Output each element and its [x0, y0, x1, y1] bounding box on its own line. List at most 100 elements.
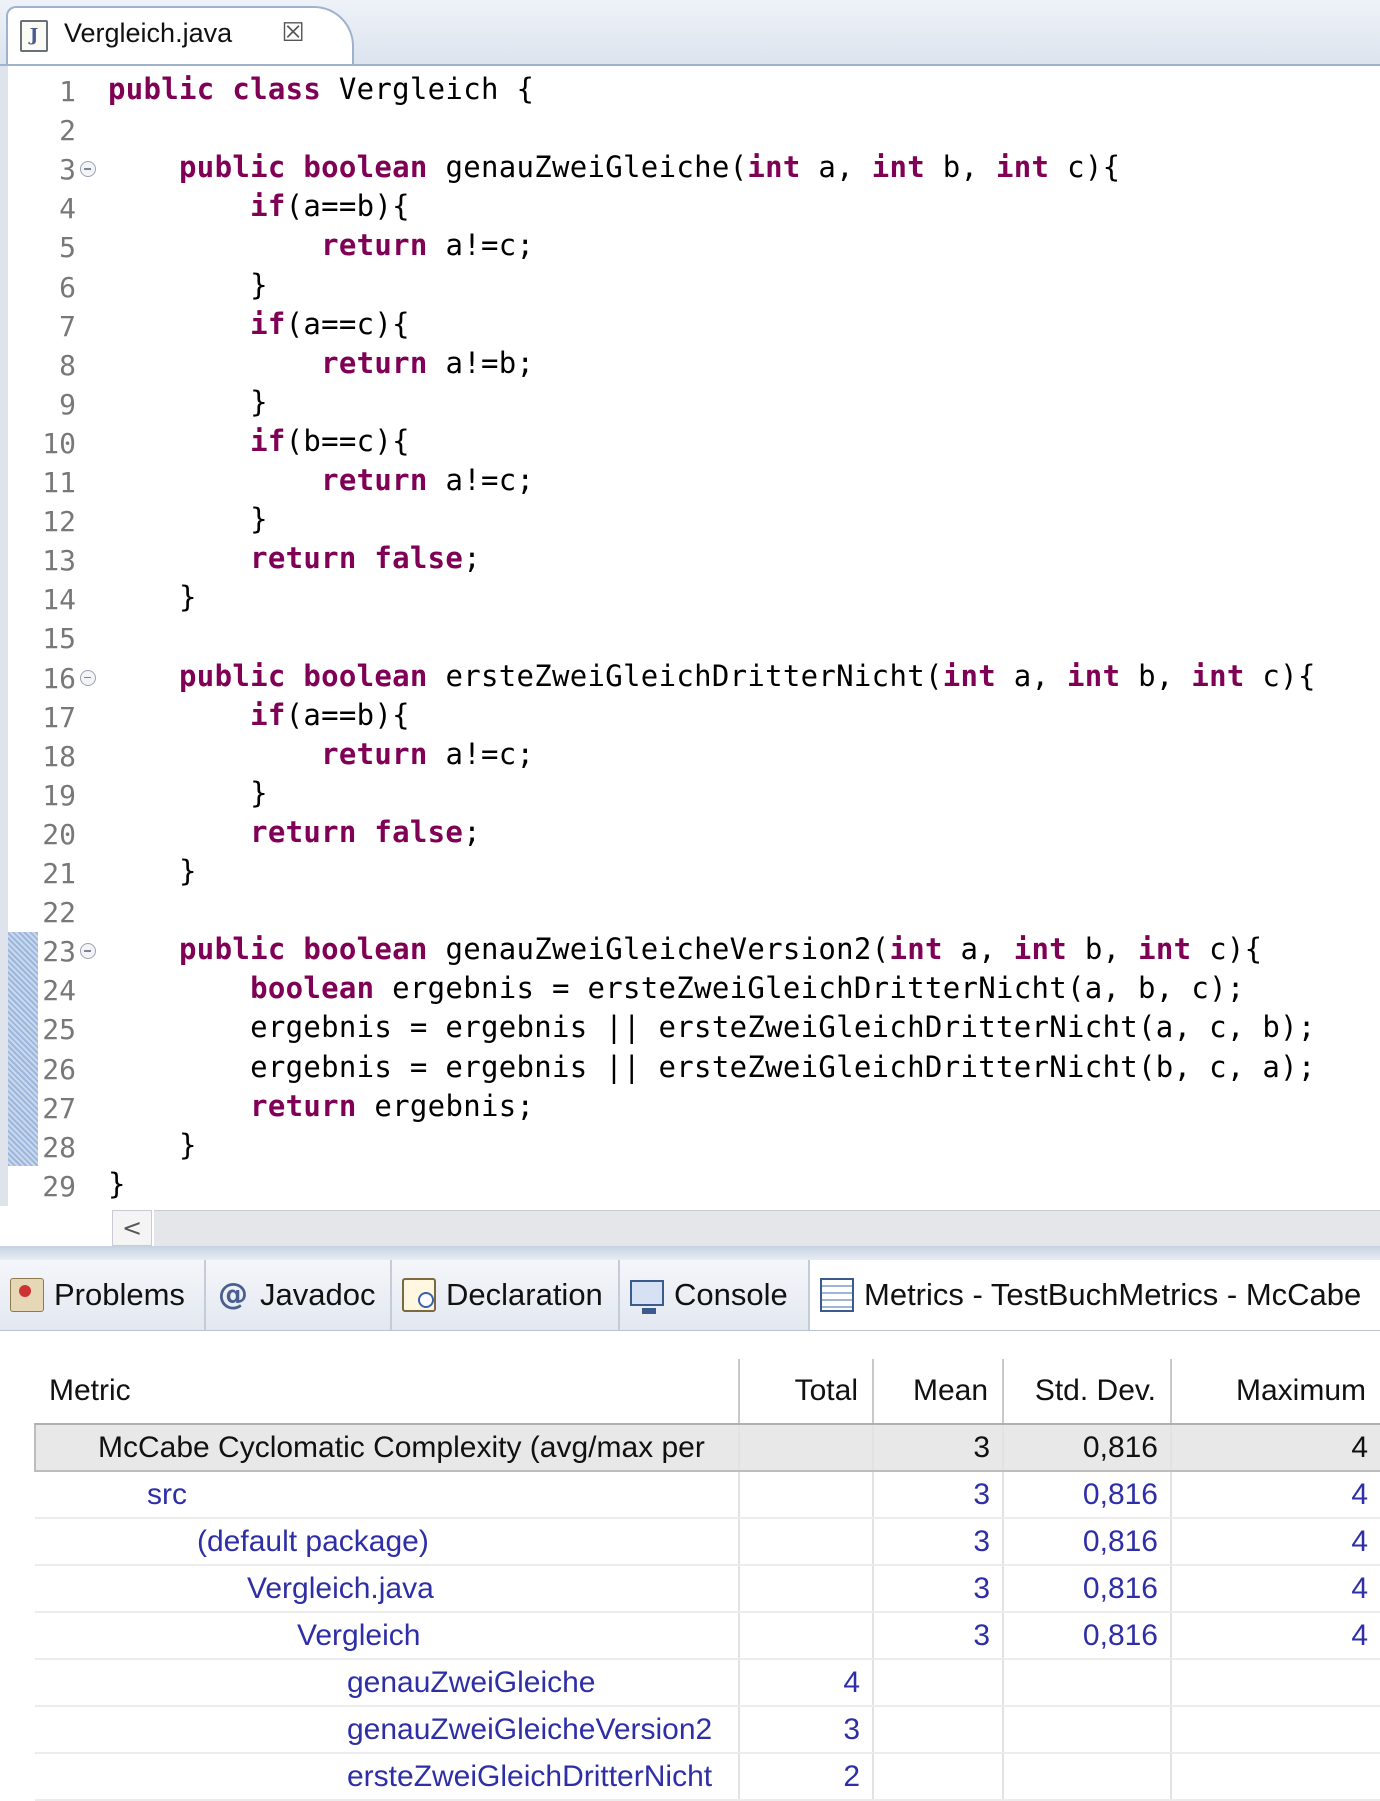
scrollbar-track[interactable] — [154, 1210, 1380, 1247]
code-keyword: return false — [250, 541, 464, 576]
code-line[interactable]: 23 public boolean genauZweiGleicheVersio… — [8, 932, 1380, 971]
fold-collapse-icon[interactable] — [80, 943, 96, 960]
tab-javadoc-label: Javadoc — [260, 1277, 376, 1312]
code-line[interactable]: 14 } — [8, 580, 1380, 619]
table-row[interactable]: ersteZweiGleichDritterNicht 2 — [35, 1753, 1380, 1801]
code-line[interactable]: 4 if(a==b){ — [8, 189, 1380, 228]
tab-problems[interactable]: Problems — [0, 1260, 206, 1330]
metric-name: (default package) — [35, 1518, 740, 1566]
table-row[interactable]: Vergleich 3 0,816 4 — [35, 1612, 1380, 1660]
metric-mean — [873, 1706, 1004, 1754]
metrics-table: Metric Total Mean Std. Dev. Maximum McCa… — [34, 1359, 1380, 1801]
tab-console[interactable]: Console — [620, 1260, 810, 1330]
code-keyword: int — [942, 658, 1014, 693]
code-line[interactable]: 22 — [8, 893, 1380, 932]
metric-name: genauZweiGleiche — [35, 1659, 740, 1707]
editor-tab-title: Vergleich.java — [64, 18, 233, 48]
table-row[interactable]: (default package) 3 0,816 4 — [35, 1518, 1380, 1566]
code-token: } — [108, 267, 268, 302]
metric-mean: 3 — [873, 1565, 1004, 1613]
metric-total — [739, 1471, 874, 1519]
code-line[interactable]: 29} — [8, 1167, 1380, 1206]
code-line[interactable]: 27 return ergebnis; — [8, 1089, 1380, 1128]
close-icon[interactable]: ☒ — [278, 18, 308, 48]
scroll-left-button[interactable]: < — [112, 1210, 152, 1246]
code-line[interactable]: 21 } — [8, 854, 1380, 893]
code-token: ersteZweiGleichDritterNicht( — [445, 658, 943, 693]
column-header-maximum[interactable]: Maximum — [1171, 1359, 1380, 1425]
code-line[interactable]: 18 return a!=c; — [8, 737, 1380, 776]
column-header-metric[interactable]: Metric — [35, 1359, 740, 1425]
code-token: c){ — [1209, 932, 1263, 967]
editor-tab-vergleich-java[interactable]: J Vergleich.java ☒ — [6, 6, 354, 64]
metric-name: McCabe Cyclomatic Complexity (avg/max pe… — [34, 1423, 740, 1472]
metrics-view: Metric Total Mean Std. Dev. Maximum McCa… — [0, 1331, 1380, 1801]
metric-total: 4 — [739, 1659, 874, 1707]
code-line[interactable]: 1 public class Vergleich { — [8, 72, 1380, 111]
code-line[interactable]: 15 — [8, 619, 1380, 658]
code-keyword: int — [747, 150, 819, 185]
horizontal-scrollbar[interactable]: < — [102, 1206, 1380, 1247]
fold-collapse-icon[interactable] — [80, 161, 96, 178]
tab-metrics-label: Metrics - TestBuchMetrics - McCabe — [864, 1277, 1362, 1312]
code-token: genauZweiGleiche( — [445, 150, 748, 185]
code-line[interactable]: 20 return false; — [8, 815, 1380, 854]
table-row[interactable]: McCabe Cyclomatic Complexity (avg/max pe… — [34, 1423, 1380, 1472]
code-line[interactable]: 12 } — [8, 502, 1380, 541]
metric-mean: 3 — [873, 1423, 1004, 1472]
code-line[interactable]: 19 } — [8, 776, 1380, 815]
line-number: 29 — [42, 1169, 76, 1203]
code-line[interactable]: 25 ergebnis = ergebnis || ersteZweiGleic… — [8, 1010, 1380, 1049]
tab-javadoc[interactable]: @ Javadoc — [206, 1260, 392, 1330]
code-line[interactable]: 2 — [8, 111, 1380, 150]
table-row[interactable]: src 3 0,816 4 — [35, 1471, 1380, 1519]
code-editor[interactable]: 1 public class Vergleich {2 3 public boole… — [0, 66, 1380, 1247]
code-line[interactable]: 17 if(a==b){ — [8, 698, 1380, 737]
code-line[interactable]: 13 return false; — [8, 541, 1380, 580]
metric-std-dev: 0,816 — [1003, 1471, 1172, 1519]
metric-maximum: 4 — [1171, 1518, 1380, 1566]
code-text: } — [108, 854, 197, 888]
metric-std-dev — [1003, 1753, 1172, 1801]
line-number: 22 — [42, 896, 76, 930]
column-header-total[interactable]: Total — [739, 1359, 874, 1425]
code-line[interactable]: 28 } — [8, 1128, 1380, 1167]
table-row[interactable]: genauZweiGleiche 4 — [35, 1659, 1380, 1707]
code-line[interactable]: 7 if(a==c){ — [8, 307, 1380, 346]
code-line[interactable]: 11 return a!=c; — [8, 463, 1380, 502]
code-line[interactable]: 6 } — [8, 268, 1380, 307]
metric-maximum: 4 — [1171, 1565, 1380, 1613]
code-token: ergebnis; — [374, 1088, 535, 1123]
code-line[interactable]: 8 return a!=b; — [8, 346, 1380, 385]
code-token: b, — [1138, 658, 1192, 693]
problems-icon — [10, 1278, 44, 1312]
code-line[interactable]: 9 } — [8, 385, 1380, 424]
code-text: ergebnis = ergebnis || ersteZweiGleichDr… — [108, 1010, 1316, 1044]
column-header-mean[interactable]: Mean — [873, 1359, 1004, 1425]
code-line[interactable]: 24 boolean ergebnis = ersteZweiGleichDri… — [8, 971, 1380, 1010]
views-separator[interactable] — [0, 1246, 1380, 1260]
fold-collapse-icon[interactable] — [80, 669, 96, 686]
line-number: 3 — [59, 153, 76, 187]
table-row[interactable]: genauZweiGleicheVersion2 3 — [35, 1706, 1380, 1754]
line-number: 21 — [42, 857, 76, 890]
code-line[interactable]: 3 public boolean genauZweiGleiche(int a,… — [8, 150, 1380, 189]
table-row[interactable]: Vergleich.java 3 0,816 4 — [35, 1565, 1380, 1613]
metric-maximum — [1171, 1659, 1380, 1707]
code-line[interactable]: 5 return a!=c; — [8, 228, 1380, 267]
metric-total — [739, 1423, 874, 1472]
tab-declaration[interactable]: Declaration — [392, 1260, 620, 1330]
code-text: if(a==b){ — [108, 189, 410, 223]
column-header-std-dev[interactable]: Std. Dev. — [1003, 1359, 1172, 1425]
code-line[interactable]: 26 ergebnis = ergebnis || ersteZweiGleic… — [8, 1050, 1380, 1089]
metric-total: 3 — [739, 1706, 874, 1754]
code-line[interactable]: 10 if(b==c){ — [8, 424, 1380, 463]
code-line[interactable]: 16 public boolean ersteZweiGleichDritter… — [8, 659, 1380, 698]
code-keyword: return — [321, 345, 446, 380]
code-text: } — [108, 385, 268, 419]
tab-console-label: Console — [674, 1277, 788, 1312]
code-token: (a==b){ — [285, 697, 410, 732]
code-text: } — [108, 580, 197, 614]
tab-metrics[interactable]: Metrics - TestBuchMetrics - McCabe — [810, 1260, 1380, 1330]
